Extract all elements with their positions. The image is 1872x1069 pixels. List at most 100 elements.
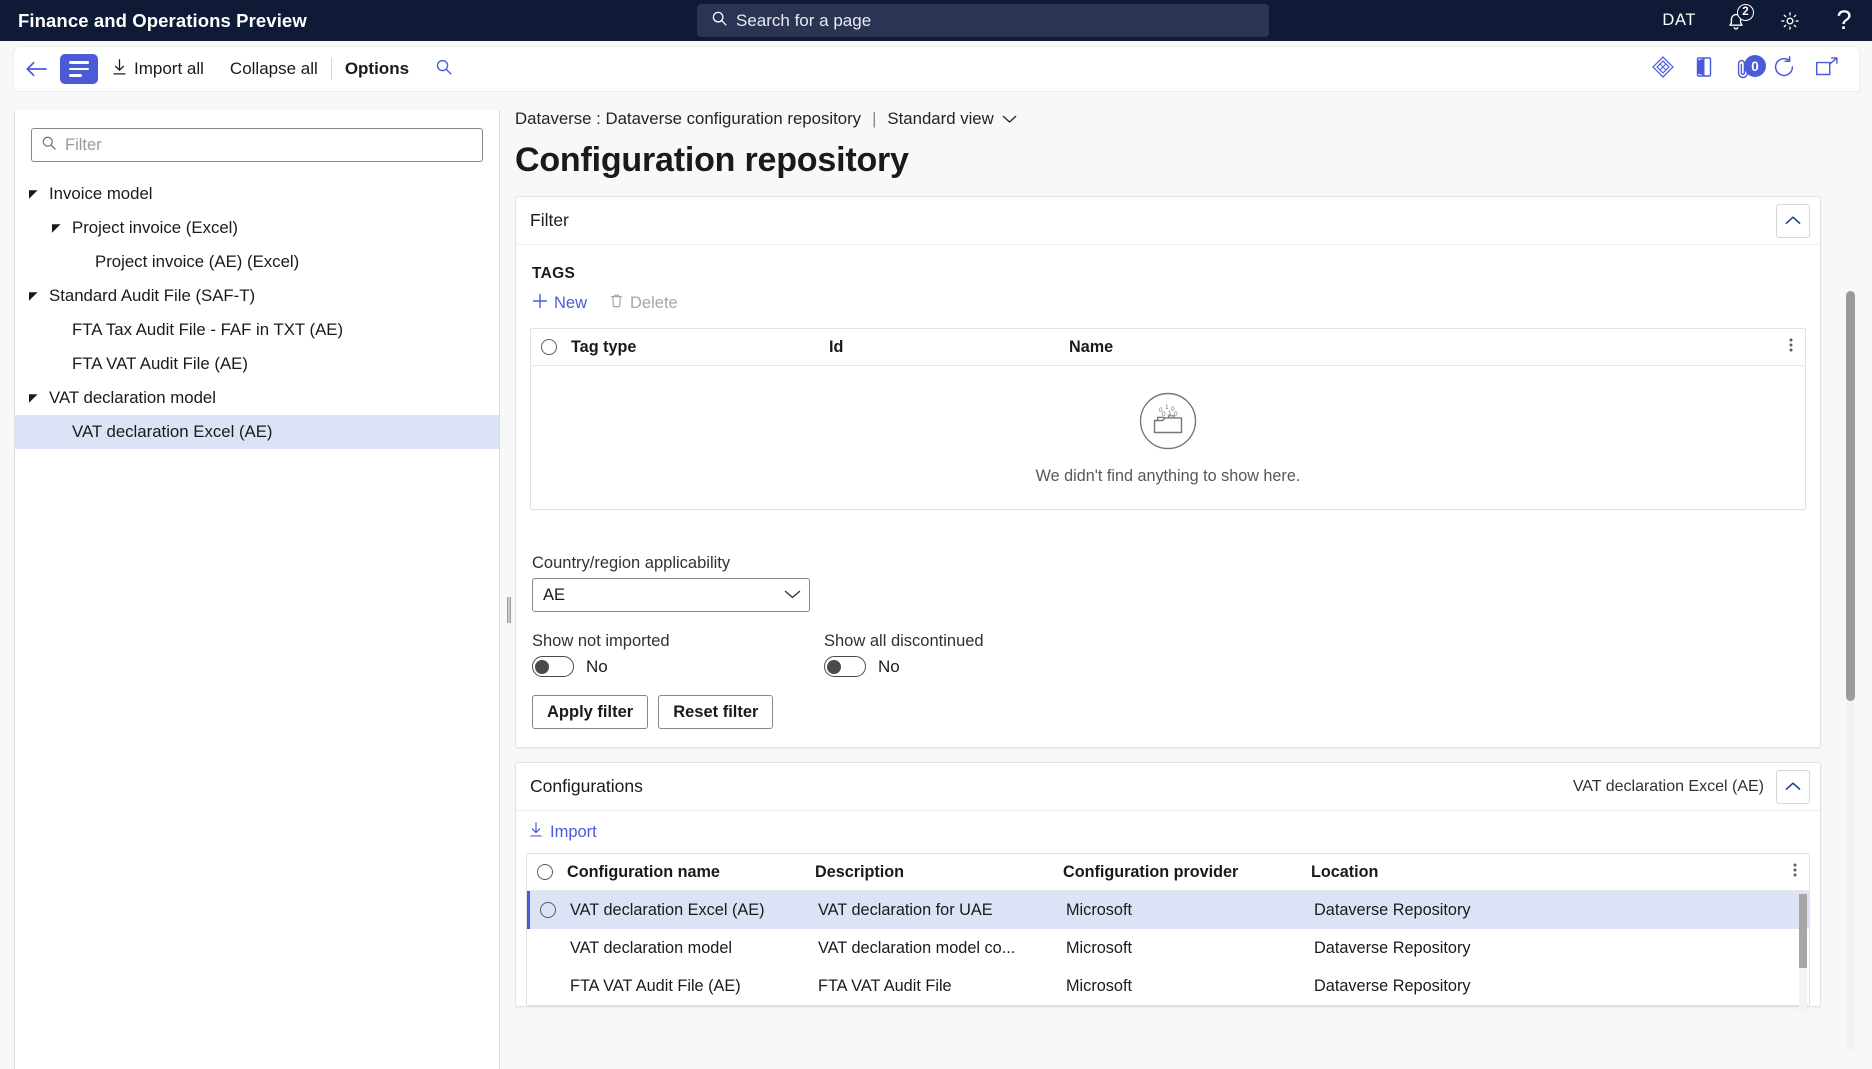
tree-item[interactable]: VAT declaration model — [15, 381, 499, 415]
tree-expand-twisty-icon[interactable] — [25, 288, 41, 304]
search-icon — [435, 58, 453, 81]
plus-icon — [532, 293, 548, 314]
delete-tag-button[interactable]: Delete — [609, 293, 678, 314]
tags-column-name[interactable]: Name — [1069, 338, 1369, 357]
collapse-all-button[interactable]: Collapse all — [217, 47, 331, 91]
command-bar: Import all Collapse all Options — [14, 47, 1859, 91]
configurations-column-provider[interactable]: Configuration provider — [1063, 863, 1311, 882]
help-glyph: ? — [1836, 7, 1851, 34]
tree-item[interactable]: FTA Tax Audit File - FAF in TXT (AE) — [15, 313, 499, 347]
cell-description: VAT declaration for UAE — [818, 901, 1066, 920]
tree-expand-twisty-icon[interactable] — [25, 390, 41, 406]
settings-gear-icon[interactable] — [1776, 7, 1804, 35]
configurations-grid-scrollbar[interactable] — [1799, 894, 1807, 1012]
cell-provider: Microsoft — [1066, 977, 1314, 996]
tree-item[interactable]: Project invoice (AE) (Excel) — [15, 245, 499, 279]
table-row[interactable]: VAT declaration Excel (AE)VAT declaratio… — [527, 891, 1809, 929]
tags-column-tag-type[interactable]: Tag type — [571, 338, 829, 357]
top-navigation-bar: Finance and Operations Preview Search fo… — [0, 0, 1872, 41]
view-selector[interactable]: Standard view — [887, 109, 1016, 129]
refresh-icon[interactable] — [1772, 55, 1796, 84]
page-scrollbar[interactable] — [1846, 291, 1855, 1051]
new-tag-button[interactable]: New — [532, 293, 587, 314]
radio-icon — [541, 339, 557, 355]
scrollbar-thumb[interactable] — [1846, 291, 1855, 701]
options-label: Options — [345, 59, 409, 79]
import-configuration-button[interactable]: Import — [528, 821, 597, 843]
command-bar-right-actions: 0 — [1651, 55, 1859, 84]
tree-item[interactable]: FTA VAT Audit File (AE) — [15, 347, 499, 381]
options-button[interactable]: Options — [332, 47, 422, 91]
configurations-card-title: Configurations — [530, 776, 643, 797]
radio-icon — [537, 864, 553, 880]
tree-item-label: Invoice model — [49, 184, 153, 204]
configurations-card-header: Configurations VAT declaration Excel (AE… — [516, 763, 1820, 811]
apply-filter-button[interactable]: Apply filter — [532, 695, 648, 729]
tree-expand-twisty-icon[interactable] — [25, 186, 41, 202]
tree-item[interactable]: Standard Audit File (SAF-T) — [15, 279, 499, 313]
table-row[interactable]: FTA VAT Audit File (AE)FTA VAT Audit Fil… — [527, 967, 1809, 1005]
open-in-new-window-icon[interactable] — [1814, 56, 1839, 83]
configurations-card-collapse-button[interactable] — [1776, 770, 1810, 804]
country-region-select[interactable]: AE — [532, 578, 810, 612]
row-select-radio[interactable] — [540, 902, 570, 918]
tree-filter-input[interactable]: Filter — [31, 128, 483, 162]
trash-icon — [609, 293, 624, 314]
tags-column-id[interactable]: Id — [829, 338, 1069, 357]
tags-toolbar: New Delete — [532, 293, 1806, 314]
table-row[interactable]: VAT declaration modelVAT declaration mod… — [527, 929, 1809, 967]
filter-card-header: Filter — [516, 197, 1820, 245]
navigation-menu-icon[interactable] — [60, 54, 98, 84]
search-icon — [41, 135, 57, 156]
tags-empty-state: 0 1 0 0 1 0 We didn't find anything to s… — [531, 366, 1805, 509]
country-field-label: Country/region applicability — [532, 554, 1806, 573]
show-all-discontinued-toggle[interactable] — [824, 656, 866, 677]
company-selector[interactable]: DAT — [1662, 11, 1696, 30]
configuration-tree-panel: Filter Invoice model Project invoice (Exc… — [14, 110, 500, 1069]
svg-text:0: 0 — [1174, 411, 1178, 418]
office-app-icon[interactable] — [1693, 55, 1715, 84]
configurations-column-name[interactable]: Configuration name — [567, 863, 815, 882]
view-selector-label: Standard view — [887, 109, 993, 129]
configurations-grid-options-kebab-icon[interactable] — [1793, 862, 1809, 883]
scrollbar-thumb[interactable] — [1799, 894, 1807, 968]
reset-filter-button[interactable]: Reset filter — [658, 695, 773, 729]
tree-item[interactable]: VAT declaration Excel (AE) — [15, 415, 499, 449]
cell-name: VAT declaration Excel (AE) — [570, 901, 818, 920]
attachments-icon[interactable]: 0 — [1733, 57, 1754, 81]
back-arrow-icon[interactable] — [14, 47, 58, 91]
notification-bell-icon[interactable]: 2 — [1722, 7, 1750, 35]
toggle-knob — [535, 660, 549, 674]
tree-item-label: VAT declaration Excel (AE) — [72, 422, 273, 442]
configurations-column-location[interactable]: Location — [1311, 863, 1611, 882]
download-icon — [111, 58, 128, 81]
tags-select-all-radio[interactable] — [541, 339, 571, 355]
breadcrumb-source[interactable]: Dataverse : Dataverse configuration repo… — [515, 109, 861, 129]
tree-filter-placeholder: Filter — [65, 136, 102, 155]
cell-description: FTA VAT Audit File — [818, 977, 1066, 996]
notification-count-badge: 2 — [1737, 4, 1754, 21]
filter-card-collapse-button[interactable] — [1776, 204, 1810, 238]
import-configuration-label: Import — [550, 823, 597, 842]
tags-grid-options-kebab-icon[interactable] — [1789, 337, 1805, 358]
search-icon — [711, 10, 728, 32]
help-question-icon[interactable]: ? — [1830, 7, 1858, 35]
country-region-value: AE — [543, 586, 565, 605]
chevron-down-icon — [1002, 109, 1017, 129]
panel-splitter-handle[interactable] — [503, 110, 515, 1069]
show-not-imported-toggle[interactable] — [532, 656, 574, 677]
import-all-button[interactable]: Import all — [98, 47, 217, 91]
dataverse-diamond-icon[interactable] — [1651, 55, 1675, 84]
tree-expand-twisty-icon[interactable] — [48, 220, 64, 236]
global-search-placeholder: Search for a page — [736, 11, 871, 31]
configurations-column-description[interactable]: Description — [815, 863, 1063, 882]
configurations-select-all-radio[interactable] — [537, 864, 567, 880]
top-bar-actions: DAT 2 ? — [1662, 0, 1858, 41]
cell-name: VAT declaration model — [570, 939, 818, 958]
tree-item[interactable]: Invoice model — [15, 177, 499, 211]
command-search-button[interactable] — [422, 47, 466, 91]
filter-card: Filter TAGS New — [515, 196, 1821, 748]
global-search-input[interactable]: Search for a page — [697, 4, 1269, 37]
empty-folder-icon: 0 1 0 0 1 0 — [1137, 390, 1199, 457]
tree-item[interactable]: Project invoice (Excel) — [15, 211, 499, 245]
